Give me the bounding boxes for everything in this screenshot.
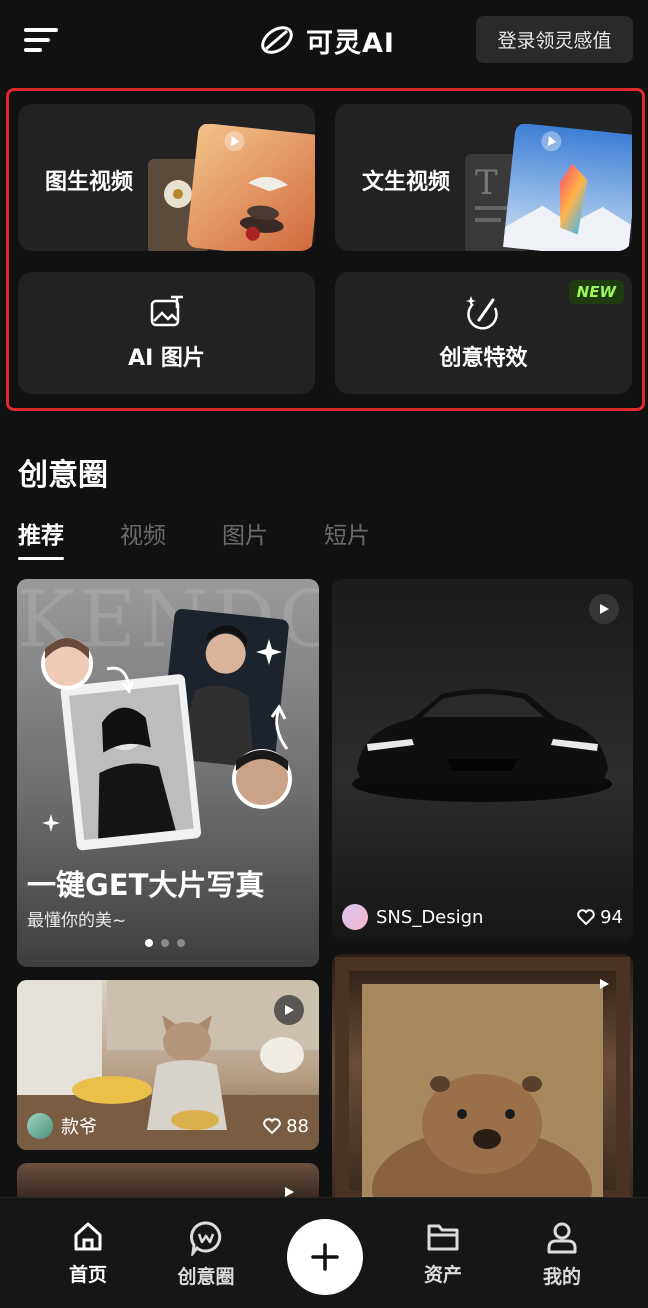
heart-icon — [577, 909, 595, 925]
ai-image-label: AI 图片 — [128, 346, 205, 371]
new-badge: NEW — [568, 280, 624, 304]
pagination-dot-active[interactable] — [145, 939, 153, 947]
heart-icon — [263, 1118, 281, 1134]
app-header: 可灵AI 登录领灵感值 — [0, 0, 648, 80]
feed-post-cat[interactable]: 款爷 88 — [17, 980, 319, 1150]
community-icon — [190, 1221, 222, 1256]
tab-recommended[interactable]: 推荐 — [18, 516, 64, 560]
nav-community[interactable]: 创意圈 — [166, 1220, 246, 1289]
post-author[interactable]: SNS_Design — [342, 904, 483, 930]
feed-tabs: 推荐 视频 图片 短片 — [18, 516, 370, 560]
sports-car-image — [352, 689, 612, 802]
app-logo: 可灵AI — [256, 16, 395, 64]
creative-effects-label: 创意特效 — [439, 346, 528, 371]
like-count[interactable]: 94 — [577, 907, 623, 928]
bottom-navigation: 首页 创意圈 资产 我的 — [0, 1197, 648, 1308]
play-icon[interactable] — [274, 1177, 304, 1197]
nav-profile-label: 我的 — [542, 1266, 581, 1288]
text-to-video-thumbnail: T — [465, 124, 632, 251]
play-icon[interactable] — [589, 594, 619, 624]
nav-assets-label: 资产 — [423, 1264, 462, 1286]
tab-video[interactable]: 视频 — [120, 516, 166, 556]
portrait-banner[interactable]: KENDO 一键GET大片写真 最懂你的美~ — [17, 579, 319, 967]
feed-post-car[interactable]: SNS_Design 94 — [332, 579, 633, 941]
nav-profile[interactable]: 我的 — [522, 1220, 602, 1289]
app-name: 可灵AI — [306, 27, 395, 59]
image-text-icon — [150, 295, 183, 327]
nav-community-label: 创意圈 — [177, 1266, 235, 1288]
feed-post-partial[interactable] — [17, 1163, 319, 1197]
text-to-video-label: 文生视频 — [362, 170, 451, 195]
section-title: 创意圈 — [18, 458, 108, 493]
image-to-video-card[interactable]: 图生视频 — [18, 104, 315, 251]
like-count[interactable]: 88 — [263, 1116, 309, 1137]
folder-icon — [427, 1224, 459, 1251]
banner-title: 一键GET大片写真 — [27, 868, 265, 902]
nav-home-label: 首页 — [68, 1264, 107, 1286]
author-name: SNS_Design — [376, 906, 484, 928]
user-icon — [547, 1222, 577, 1254]
image-to-video-label: 图生视频 — [45, 170, 134, 195]
avatar — [342, 904, 368, 930]
svg-text:T: T — [475, 163, 498, 203]
home-icon — [74, 1222, 102, 1251]
ai-image-card[interactable]: AI 图片 — [18, 272, 315, 394]
banner-pagination — [145, 939, 185, 947]
post-meta: 款爷 88 — [27, 1113, 309, 1139]
post-meta: SNS_Design 94 — [342, 904, 623, 930]
capybara-image — [335, 957, 630, 1197]
tab-short-film[interactable]: 短片 — [324, 516, 370, 556]
author-name: 款爷 — [61, 1117, 97, 1138]
login-button[interactable]: 登录领灵感值 — [476, 16, 633, 63]
play-icon[interactable] — [274, 995, 304, 1025]
nav-assets[interactable]: 资产 — [403, 1220, 483, 1287]
nav-home[interactable]: 首页 — [48, 1220, 128, 1287]
magic-wand-icon — [465, 296, 498, 330]
pagination-dot[interactable] — [177, 939, 185, 947]
tab-image[interactable]: 图片 — [222, 516, 268, 556]
kling-logo-icon — [261, 26, 293, 54]
portrait-collage-image — [41, 608, 292, 851]
plus-icon — [311, 1243, 339, 1271]
creative-effects-card[interactable]: NEW 创意特效 — [335, 272, 632, 394]
image-to-video-thumbnail — [148, 124, 315, 251]
like-count-value: 88 — [286, 1115, 309, 1137]
feed-post-capybara[interactable] — [332, 954, 633, 1197]
post-author[interactable]: 款爷 — [27, 1113, 97, 1139]
create-button[interactable] — [287, 1219, 363, 1295]
banner-subtitle: 最懂你的美~ — [27, 911, 127, 931]
pagination-dot[interactable] — [161, 939, 169, 947]
menu-icon[interactable] — [22, 24, 62, 56]
like-count-value: 94 — [600, 906, 623, 928]
text-to-video-card[interactable]: 文生视频 T — [335, 104, 632, 251]
play-icon[interactable] — [589, 969, 619, 999]
avatar — [27, 1113, 53, 1139]
